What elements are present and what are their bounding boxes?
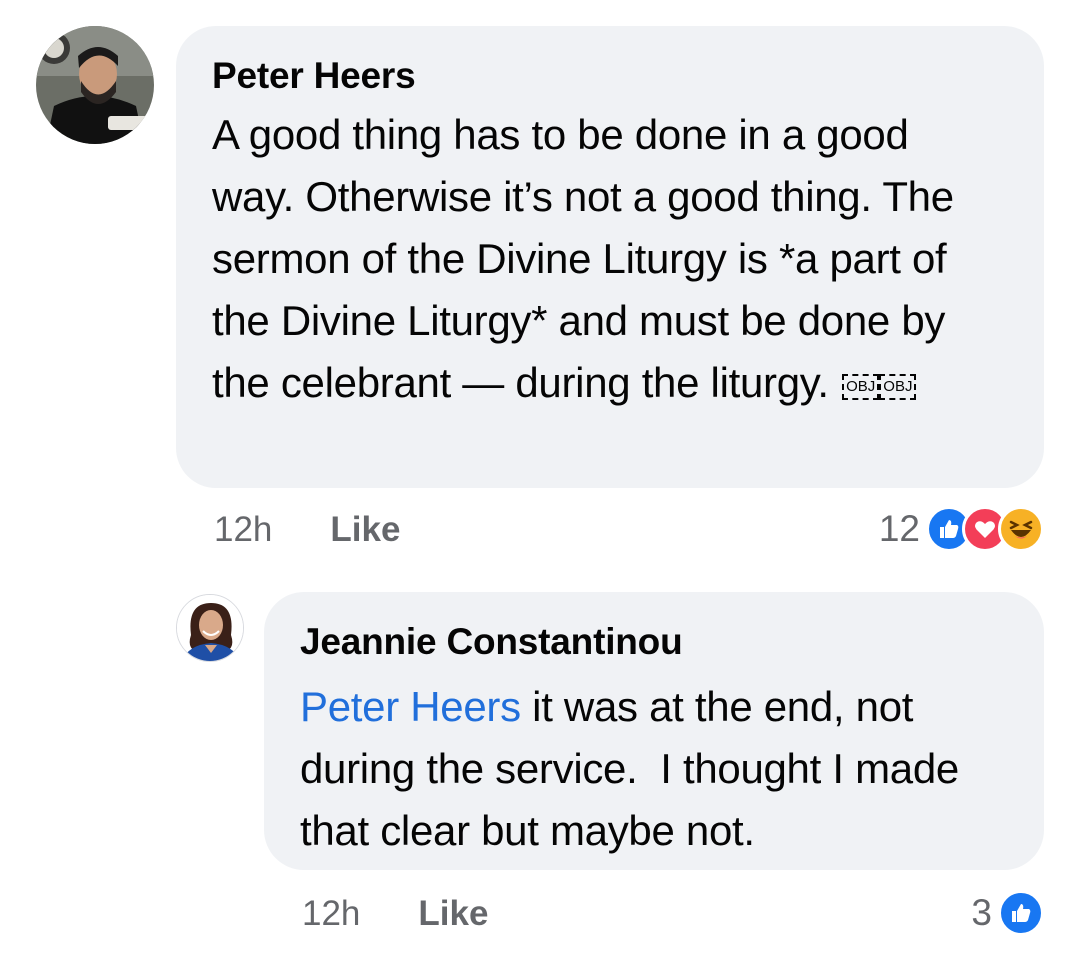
mention-link[interactable]: Peter Heers	[300, 683, 521, 730]
comment-body: Peter Heers it was at the end, not durin…	[300, 676, 1012, 862]
like-button[interactable]: Like	[418, 894, 488, 933]
comment-author[interactable]: Peter Heers	[212, 54, 1008, 98]
comment-bubble: Jeannie Constantinou Peter Heers it was …	[264, 592, 1044, 870]
comment-meta: 12h Like	[302, 894, 488, 934]
comment-author[interactable]: Jeannie Constantinou	[300, 620, 1008, 664]
like-button[interactable]: Like	[330, 510, 400, 549]
reaction-count: 12	[878, 508, 920, 549]
like-reaction-icon	[998, 890, 1044, 936]
avatar[interactable]	[176, 594, 244, 662]
avatar[interactable]	[36, 26, 154, 144]
avatar-photo	[36, 26, 154, 144]
comment-timestamp[interactable]: 12h	[302, 894, 360, 933]
comment-timestamp[interactable]: 12h	[214, 510, 272, 549]
object-placeholder: OBJ	[842, 374, 880, 400]
comment-body: A good thing has to be done in a good wa…	[212, 104, 992, 414]
reaction-summary[interactable]: 3	[971, 888, 1044, 938]
reaction-count: 3	[971, 892, 992, 933]
reaction-summary[interactable]: 12	[879, 504, 1044, 554]
avatar-photo	[177, 595, 243, 661]
comment-bubble: Peter Heers A good thing has to be done …	[176, 26, 1044, 488]
comment-meta: 12h Like	[214, 510, 400, 550]
haha-reaction-icon	[998, 506, 1044, 552]
object-placeholder: OBJ	[879, 374, 917, 400]
comment-text: A good thing has to be done in a good wa…	[212, 111, 954, 406]
